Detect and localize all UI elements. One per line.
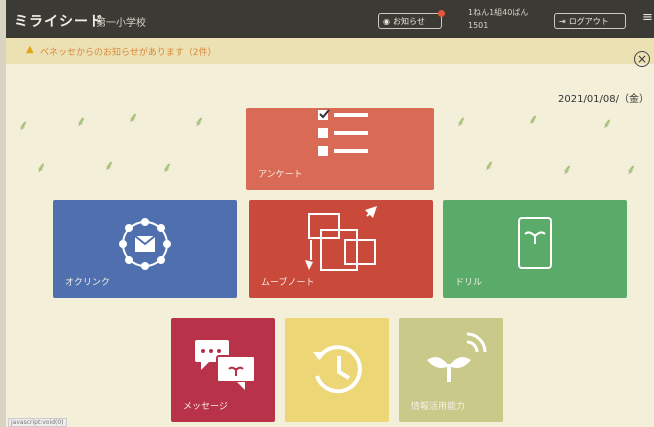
history-tile[interactable]	[285, 318, 389, 422]
sprout-icon: ⸙	[194, 114, 205, 130]
user-info: 1ねん1組40ばん 1501	[468, 6, 528, 32]
info-skills-tile-label: 情報活用能力	[411, 402, 466, 412]
survey-tile-label: アンケート	[258, 170, 303, 180]
browser-status-url: javascript:void(0)	[8, 418, 67, 427]
okuring-tile-label: オクリンク	[65, 278, 110, 288]
close-icon[interactable]: ×	[634, 51, 650, 67]
history-clock-icon	[313, 345, 362, 394]
user-id: 1501	[468, 21, 489, 30]
message-tile[interactable]: メッセージ	[171, 318, 275, 422]
drill-tile-label: ドリル	[455, 278, 483, 288]
info-skills-tile[interactable]: 情報活用能力	[399, 318, 503, 422]
okuring-tile[interactable]: オクリンク	[53, 200, 237, 298]
alert-banner[interactable]: ▲ ベネッセからのお知らせがあります（2件）	[6, 38, 654, 64]
logout-button-label: ログアウト	[568, 16, 609, 26]
sprout-icon: ⸙	[162, 160, 173, 176]
sprout-icon: ⸙	[104, 158, 115, 174]
sprout-icon: ⸙	[602, 116, 613, 132]
message-tile-label: メッセージ	[183, 402, 228, 412]
notice-button[interactable]: ◉ お知らせ	[378, 13, 442, 29]
school-name: 第一小学校	[96, 18, 146, 29]
movenote-tile-label: ムーブノート	[261, 278, 315, 288]
top-bar: ミライシード 第一小学校 ◉ お知らせ 1ねん1組40ばん 1501 ⇥ ログア…	[6, 0, 654, 38]
sprout-icon: ⸙	[128, 110, 139, 126]
sprout-icon: ⸙	[562, 162, 573, 178]
alert-message[interactable]: ベネッセからのお知らせがあります（2件）	[40, 45, 217, 58]
user-name: 1ねん1組40ばん	[468, 8, 529, 17]
notice-button-label: お知らせ	[392, 16, 425, 26]
logout-button[interactable]: ⇥ ログアウト	[554, 13, 626, 29]
app-logo[interactable]: ミライシード	[14, 11, 104, 31]
app-frame: ミライシード 第一小学校 ◉ お知らせ 1ねん1組40ばん 1501 ⇥ ログア…	[6, 0, 654, 427]
survey-tile[interactable]: アンケート	[246, 108, 434, 190]
sprout-icon: ⸙	[456, 114, 467, 130]
drill-tile[interactable]: ドリル	[443, 200, 627, 298]
sprout-icon: ⸙	[18, 118, 29, 134]
notification-badge	[438, 10, 445, 17]
sprout-icon: ⸙	[36, 160, 47, 176]
sprout-icon: ⸙	[76, 114, 87, 130]
sprout-icon: ⸙	[626, 162, 637, 178]
logout-icon: ⇥	[559, 16, 566, 26]
warning-icon: ▲	[26, 44, 34, 55]
sprout-icon: ⸙	[528, 112, 539, 128]
current-date: 2021/01/08/（金）	[558, 94, 650, 105]
sprout-icon: ⸙	[484, 158, 495, 174]
movenote-tile[interactable]: ムーブノート	[249, 200, 433, 298]
rss-icon: ◉	[383, 16, 390, 26]
hamburger-menu-icon[interactable]: ≡	[642, 10, 653, 25]
